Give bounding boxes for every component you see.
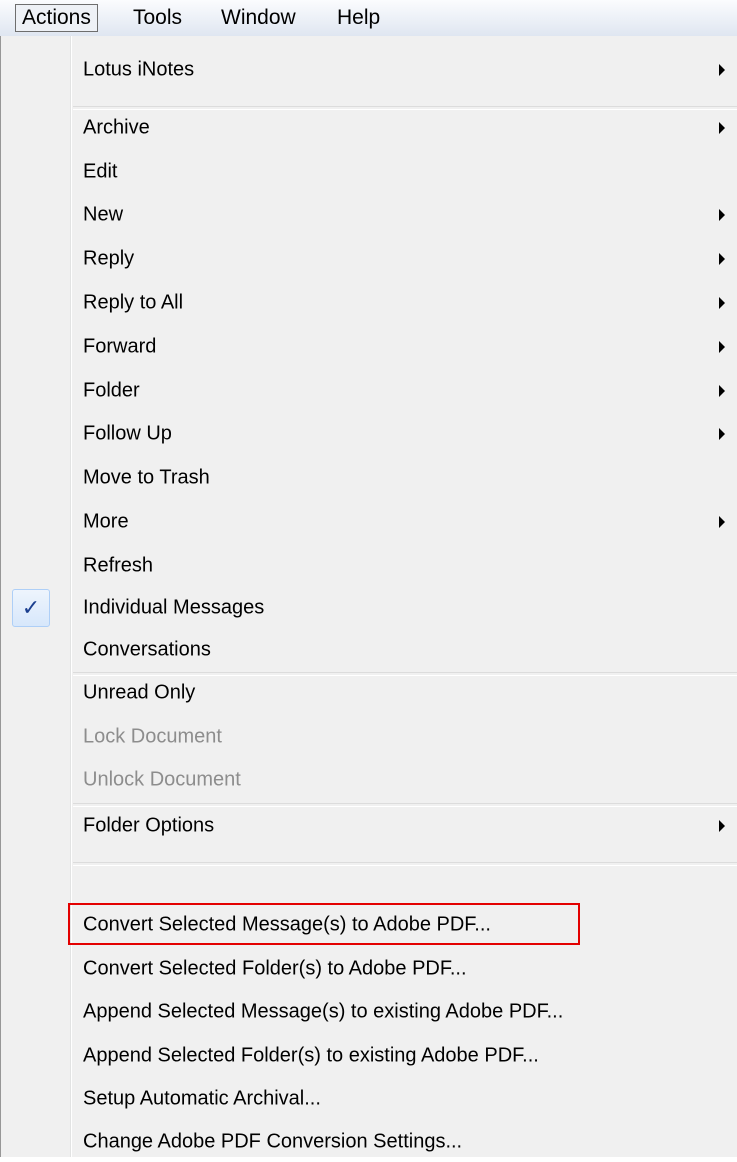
menu-item-label: Lock Document <box>83 725 222 748</box>
menu-item-append-folders-pdf[interactable]: Append Selected Folder(s) to existing Ad… <box>1 1036 737 1076</box>
menubar-help[interactable]: Help <box>331 4 386 32</box>
menu-item-lock-document: Lock Document <box>1 717 737 757</box>
menu-item-reply-to-all[interactable]: Reply to All <box>1 283 737 323</box>
menu-item-label: More <box>83 510 129 533</box>
menu-item-unread-only[interactable]: Unread Only <box>1 673 737 713</box>
menu-item-edit[interactable]: Edit <box>1 152 737 192</box>
menu-item-label: Change Adobe PDF Conversion Settings... <box>83 1130 463 1153</box>
menu-item-label: Unread Only <box>83 681 196 704</box>
menu-item-setup-automatic-archival[interactable]: Setup Automatic Archival... <box>1 1079 737 1119</box>
menu-item-refresh[interactable]: Refresh <box>1 546 737 586</box>
submenu-arrow-icon <box>719 428 725 440</box>
menu-item-label: Lotus iNotes <box>83 58 195 81</box>
submenu-arrow-icon <box>719 341 725 353</box>
menu-item-label: Folder Options <box>83 814 215 837</box>
menubar-actions[interactable]: Actions <box>15 4 98 32</box>
menu-item-folder[interactable]: Folder <box>1 371 737 411</box>
menu-item-label: Edit <box>83 160 118 183</box>
menu-item-label: Append Selected Message(s) to existing A… <box>83 1000 564 1023</box>
menu-item-archive[interactable]: Archive <box>1 108 737 148</box>
menu-item-folder-options[interactable]: Folder Options <box>1 806 737 846</box>
submenu-arrow-icon <box>719 64 725 76</box>
menu-item-label: Archive <box>83 116 150 139</box>
menu-item-lotus-inotes[interactable]: Lotus iNotes <box>1 50 737 90</box>
menu-item-forward[interactable]: Forward <box>1 327 737 367</box>
menu-item-label: Unlock Document <box>83 768 241 791</box>
submenu-arrow-icon <box>719 209 725 221</box>
menubar-tools[interactable]: Tools <box>127 4 188 32</box>
annotation-highlight-box <box>68 903 580 945</box>
menu-item-label: Append Selected Folder(s) to existing Ad… <box>83 1044 539 1067</box>
menu-item-label: Refresh <box>83 554 154 577</box>
menu-separator <box>73 862 737 866</box>
menu-item-conversations[interactable]: Conversations <box>1 630 737 670</box>
menu-item-convert-folders-pdf[interactable]: Convert Selected Folder(s) to Adobe PDF.… <box>1 949 737 989</box>
menu-item-label: Individual Messages <box>83 596 265 619</box>
menu-item-label: Forward <box>83 335 157 358</box>
submenu-arrow-icon <box>719 820 725 832</box>
menu-item-label: Setup Automatic Archival... <box>83 1087 321 1110</box>
actions-dropdown-menu: Lotus iNotes Archive Edit New Reply Repl… <box>0 36 737 1157</box>
submenu-arrow-icon <box>719 297 725 309</box>
menu-item-label: Convert Selected Folder(s) to Adobe PDF.… <box>83 957 467 980</box>
menu-bar: Actions Tools Window Help <box>0 0 737 37</box>
submenu-arrow-icon <box>719 516 725 528</box>
menu-item-append-messages-pdf[interactable]: Append Selected Message(s) to existing A… <box>1 992 737 1032</box>
menu-item-label: New <box>83 203 124 226</box>
menu-item-follow-up[interactable]: Follow Up <box>1 414 737 454</box>
submenu-arrow-icon <box>719 385 725 397</box>
menu-item-reply[interactable]: Reply <box>1 239 737 279</box>
menu-item-move-to-trash[interactable]: Move to Trash <box>1 458 737 498</box>
menu-item-label: Conversations <box>83 638 211 661</box>
menu-item-label: Reply <box>83 247 135 270</box>
menu-item-label: Reply to All <box>83 291 184 314</box>
checkmark-icon: ✓ <box>12 589 50 627</box>
menu-item-change-pdf-settings[interactable]: Change Adobe PDF Conversion Settings... <box>1 1122 737 1162</box>
menu-item-individual-messages[interactable]: ✓ Individual Messages <box>1 588 737 628</box>
menu-item-more[interactable]: More <box>1 502 737 542</box>
menubar-window[interactable]: Window <box>215 4 302 32</box>
menu-item-new[interactable]: New <box>1 195 737 235</box>
menu-item-label: Folder <box>83 379 140 402</box>
menu-item-label: Move to Trash <box>83 466 210 489</box>
submenu-arrow-icon <box>719 122 725 134</box>
submenu-arrow-icon <box>719 253 725 265</box>
menu-item-label: Follow Up <box>83 422 172 445</box>
menu-item-unlock-document: Unlock Document <box>1 760 737 800</box>
